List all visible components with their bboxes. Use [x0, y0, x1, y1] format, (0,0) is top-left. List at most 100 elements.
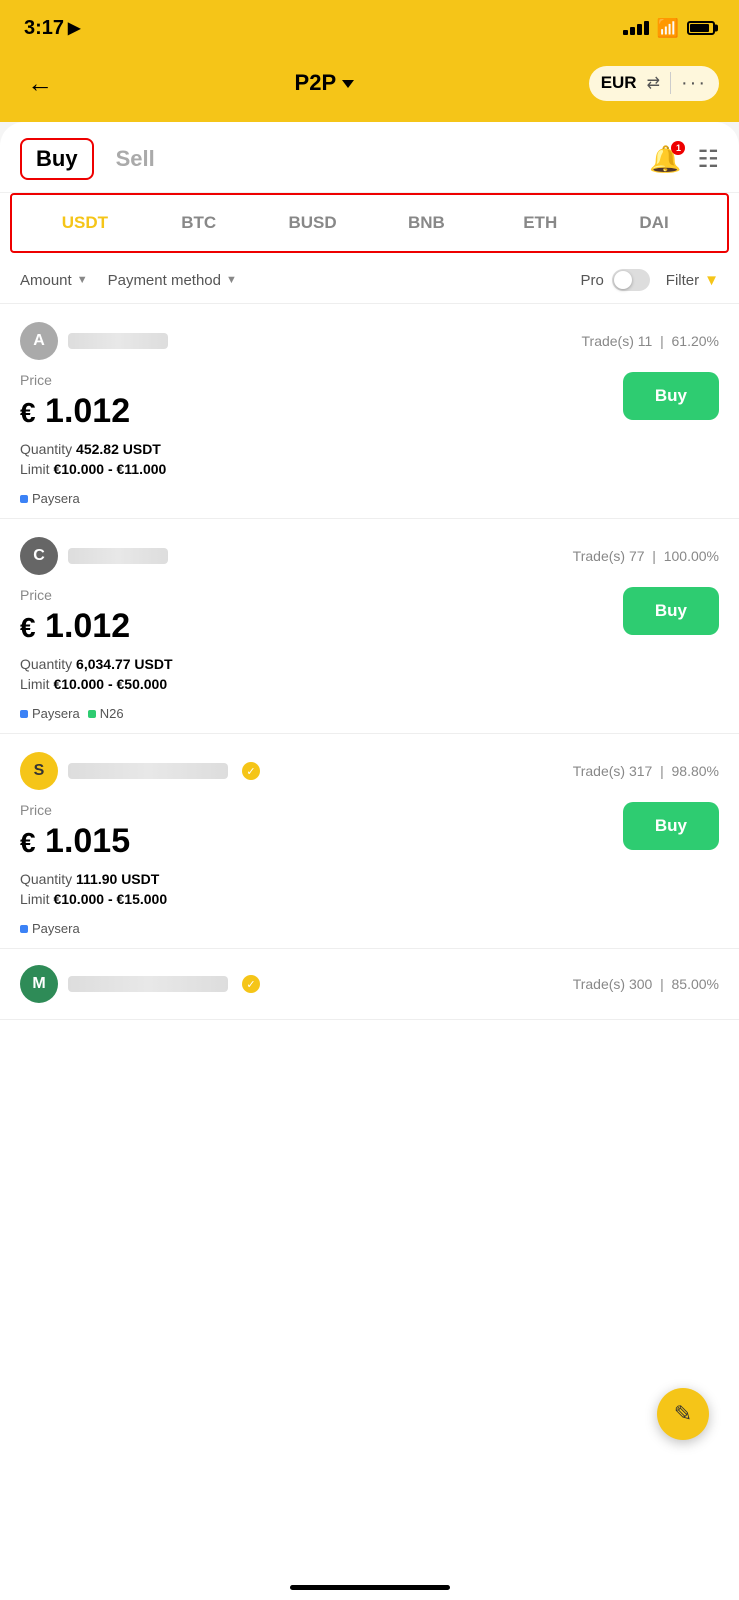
limit-1: Limit €10.000 - €50.000	[20, 676, 623, 692]
listing-left-0: Price € 1.012 Quantity 452.82 USDT Limit…	[20, 372, 623, 481]
header: ← P2P EUR ⇄ ···	[0, 52, 739, 122]
back-button[interactable]: ←	[20, 63, 60, 103]
verified-badge-3: ✓	[242, 975, 260, 993]
amount-dropdown-icon: ▼	[77, 274, 88, 286]
crypto-tab-row: USDT BTC BUSD BNB ETH DAI	[10, 193, 729, 253]
payment-dropdown-icon: ▼	[226, 274, 237, 286]
trade-stats-3: Trade(s) 300 | 85.00%	[573, 976, 719, 992]
crypto-tab-btc[interactable]: BTC	[142, 205, 256, 241]
funnel-icon: ▼	[704, 272, 719, 289]
buy-button-0[interactable]: Buy	[623, 372, 719, 420]
trade-stats-1: Trade(s) 77 | 100.00%	[573, 548, 719, 564]
limit-0: Limit €10.000 - €11.000	[20, 461, 623, 477]
price-label-1: Price	[20, 587, 623, 603]
notification-badge: 1	[671, 141, 685, 155]
wifi-icon: 📶	[657, 18, 679, 39]
more-options-button[interactable]: ···	[681, 72, 707, 95]
exchange-icon: ⇄	[647, 73, 660, 93]
crypto-tab-busd[interactable]: BUSD	[256, 205, 370, 241]
payment-tags-0: Paysera	[20, 491, 719, 506]
payment-tags-1: Paysera N26	[20, 706, 719, 721]
avatar-3: M	[20, 965, 58, 1003]
listing-left-1: Price € 1.012 Quantity 6,034.77 USDT Lim…	[20, 587, 623, 696]
listing-header-2: S ✓ Trade(s) 317 | 98.80%	[20, 752, 719, 790]
listing-header-1: C Trade(s) 77 | 100.00%	[20, 537, 719, 575]
payment-dot-0	[20, 495, 28, 503]
filters-row: Amount ▼ Payment method ▼ Pro Filter ▼	[0, 257, 739, 304]
payment-dot-blue-1	[20, 710, 28, 718]
payment-tag-paysera-2: Paysera	[20, 921, 80, 936]
quantity-2: Quantity 111.90 USDT	[20, 871, 623, 887]
trade-stats-2: Trade(s) 317 | 98.80%	[573, 763, 719, 779]
buy-button-1[interactable]: Buy	[623, 587, 719, 635]
amount-filter[interactable]: Amount ▼	[20, 272, 88, 289]
floating-action-button[interactable]: ✎	[657, 1388, 709, 1440]
time-display: 3:17	[24, 17, 64, 40]
avatar-2: S	[20, 752, 58, 790]
toggle-thumb	[614, 271, 632, 289]
listing-row-2: Price € 1.015 Quantity 111.90 USDT Limit…	[20, 802, 719, 911]
user-info-1: C	[20, 537, 168, 575]
home-indicator	[290, 1585, 450, 1590]
quantity-0: Quantity 452.82 USDT	[20, 441, 623, 457]
price-value-0: € 1.012	[20, 392, 623, 431]
payment-tags-2: Paysera	[20, 921, 719, 936]
page-title: P2P	[295, 70, 337, 96]
listing-row-1: Price € 1.012 Quantity 6,034.77 USDT Lim…	[20, 587, 719, 696]
price-label-2: Price	[20, 802, 623, 818]
header-divider	[670, 72, 671, 94]
payment-dot-green-1	[88, 710, 96, 718]
listing-row-0: Price € 1.012 Quantity 452.82 USDT Limit…	[20, 372, 719, 481]
listing-card-0: A Trade(s) 11 | 61.20% Price € 1.012 Qua…	[0, 304, 739, 519]
quantity-1: Quantity 6,034.77 USDT	[20, 656, 623, 672]
avatar-1: C	[20, 537, 58, 575]
buy-button-2[interactable]: Buy	[623, 802, 719, 850]
price-label-0: Price	[20, 372, 623, 388]
p2p-dropdown-icon[interactable]	[342, 80, 354, 88]
pro-label: Pro	[580, 272, 603, 289]
location-icon: ▶	[68, 18, 80, 38]
pro-toggle: Pro	[580, 269, 649, 291]
listing-header-3: M ✓ Trade(s) 300 | 85.00%	[20, 965, 719, 1003]
verified-badge-2: ✓	[242, 762, 260, 780]
orders-icon[interactable]: ☷	[697, 145, 719, 174]
limit-2: Limit €10.000 - €15.000	[20, 891, 623, 907]
listing-header-0: A Trade(s) 11 | 61.20%	[20, 322, 719, 360]
pro-toggle-switch[interactable]	[612, 269, 650, 291]
back-arrow-icon: ←	[27, 68, 53, 99]
crypto-tab-bnb[interactable]: BNB	[369, 205, 483, 241]
battery-icon	[687, 21, 715, 35]
tab-buy[interactable]: Buy	[20, 138, 94, 180]
currency-selector[interactable]: EUR ⇄ ···	[589, 66, 719, 101]
price-value-1: € 1.012	[20, 607, 623, 646]
trade-stats-0: Trade(s) 11 | 61.20%	[582, 333, 720, 349]
listing-card-1: C Trade(s) 77 | 100.00% Price € 1.012 Qu…	[0, 519, 739, 734]
username-blur-2	[68, 763, 228, 779]
crypto-tab-eth[interactable]: ETH	[483, 205, 597, 241]
edit-icon: ✎	[674, 1401, 692, 1427]
status-bar: 3:17 ▶ 📶	[0, 0, 739, 52]
crypto-tab-dai[interactable]: DAI	[597, 205, 711, 241]
status-time: 3:17 ▶	[24, 17, 80, 40]
listing-card-3: M ✓ Trade(s) 300 | 85.00%	[0, 949, 739, 1020]
username-blur-3	[68, 976, 228, 992]
user-info-2: S ✓	[20, 752, 260, 790]
tab-sell[interactable]: Sell	[102, 140, 169, 178]
listing-left-2: Price € 1.015 Quantity 111.90 USDT Limit…	[20, 802, 623, 911]
price-value-2: € 1.015	[20, 822, 623, 861]
payment-tag-paysera-0: Paysera	[20, 491, 80, 506]
header-center: P2P	[295, 70, 355, 96]
payment-tag-paysera-1: Paysera	[20, 706, 80, 721]
signal-icon	[623, 21, 649, 35]
user-info-0: A	[20, 322, 168, 360]
filter-button[interactable]: Filter ▼	[666, 272, 719, 289]
payment-method-filter[interactable]: Payment method ▼	[108, 272, 237, 289]
notification-button[interactable]: 🔔 1	[649, 144, 681, 175]
filter-label: Filter	[666, 272, 699, 289]
listing-card-2: S ✓ Trade(s) 317 | 98.80% Price € 1.015 …	[0, 734, 739, 949]
crypto-tab-usdt[interactable]: USDT	[28, 205, 142, 241]
currency-label: EUR	[601, 73, 637, 93]
username-blur-0	[68, 333, 168, 349]
username-blur-1	[68, 548, 168, 564]
avatar-0: A	[20, 322, 58, 360]
